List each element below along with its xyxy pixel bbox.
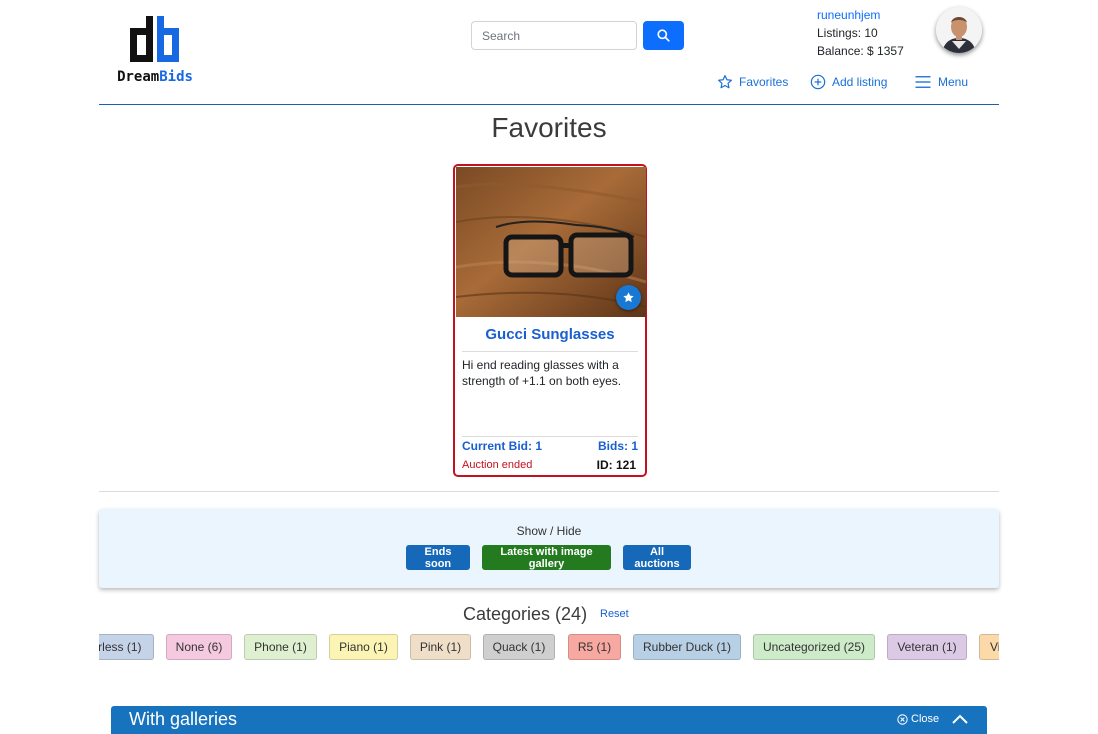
star-filled-icon — [623, 292, 634, 303]
close-circle-icon — [897, 713, 908, 725]
card-footer-divider — [462, 436, 638, 437]
category-strip: orless (1) None (6) Phone (1) Piano (1) … — [99, 634, 999, 662]
username-link[interactable]: runeunhjem — [817, 8, 880, 22]
card-divider — [462, 351, 638, 352]
nav-add-listing[interactable]: Add listing — [810, 73, 887, 91]
nav-favorites-label: Favorites — [739, 75, 789, 89]
search-button[interactable] — [643, 21, 684, 50]
category-chip[interactable]: Pink (1) — [410, 634, 471, 660]
category-chip[interactable]: Veteran (1) — [887, 634, 967, 660]
category-chip[interactable]: orless (1) — [99, 634, 154, 660]
header-divider — [99, 104, 999, 105]
section-divider — [99, 491, 999, 492]
close-button[interactable]: Close — [897, 713, 939, 725]
listing-description: Hi end reading glasses with a strength o… — [462, 358, 622, 388]
ends-soon-button[interactable]: Ends soon — [406, 545, 470, 570]
show-hide-label: Show / Hide — [516, 524, 582, 538]
reset-link[interactable]: Reset — [600, 608, 629, 620]
nav-menu[interactable]: Menu — [914, 73, 968, 91]
galleries-bar: With galleries Close — [111, 706, 987, 734]
favorite-toggle-button[interactable] — [616, 285, 641, 310]
category-chip[interactable]: Piano (1) — [329, 634, 398, 660]
latest-gallery-button[interactable]: Latest with image gallery — [482, 545, 611, 570]
all-auctions-button[interactable]: All auctions — [623, 545, 691, 570]
auction-status: Auction ended — [462, 459, 533, 471]
logo-suffix: Bids — [159, 69, 193, 85]
logo-mark — [130, 16, 179, 62]
hamburger-icon — [915, 76, 931, 88]
listing-title[interactable]: Gucci Sunglasses — [455, 326, 645, 343]
categories-title: Categories (24) — [463, 604, 588, 624]
plus-circle-icon — [810, 74, 826, 90]
bid-count: Bids: 1 — [597, 439, 638, 453]
category-chip[interactable]: Rubber Duck (1) — [633, 634, 741, 660]
search-icon — [657, 29, 670, 42]
current-bid: Current Bid: 1 — [462, 439, 543, 453]
category-chip[interactable]: Quack (1) — [483, 634, 555, 660]
category-chip[interactable]: None (6) — [166, 634, 232, 660]
listing-image[interactable] — [456, 167, 646, 317]
page-title: Favorites — [491, 112, 607, 143]
logo-wordmark: DreamBids — [117, 69, 193, 85]
collapse-button[interactable] — [951, 712, 969, 726]
galleries-title: With galleries — [129, 709, 238, 729]
nav-menu-label: Menu — [938, 75, 969, 89]
category-chip[interactable]: Vi — [979, 634, 999, 660]
logo-prefix: Dream — [117, 69, 160, 85]
avatar-image — [936, 7, 982, 53]
chevron-up-icon — [952, 714, 968, 724]
avatar[interactable] — [936, 7, 982, 53]
category-chip[interactable]: Uncategorized (25) — [753, 634, 875, 660]
category-chip[interactable]: Phone (1) — [244, 634, 317, 660]
close-label: Close — [911, 713, 940, 725]
nav-add-listing-label: Add listing — [832, 75, 888, 89]
search-input[interactable] — [471, 21, 637, 50]
nav-favorites[interactable]: Favorites — [717, 73, 788, 91]
user-balance: Balance: $ 1357 — [817, 44, 904, 58]
category-chip[interactable]: R5 (1) — [568, 634, 621, 660]
star-icon — [718, 75, 732, 89]
user-listings-count: Listings: 10 — [817, 26, 878, 40]
page: DreamBids runeunhjem Listings: 10 Balanc… — [0, 0, 1098, 734]
show-hide-panel: Show / Hide Ends soon Latest with image … — [99, 509, 999, 588]
dreambids-logo[interactable]: DreamBids — [117, 14, 197, 86]
listing-card[interactable]: Gucci Sunglasses Hi end reading glasses … — [453, 164, 647, 477]
listing-id: ID: 121 — [596, 458, 636, 472]
